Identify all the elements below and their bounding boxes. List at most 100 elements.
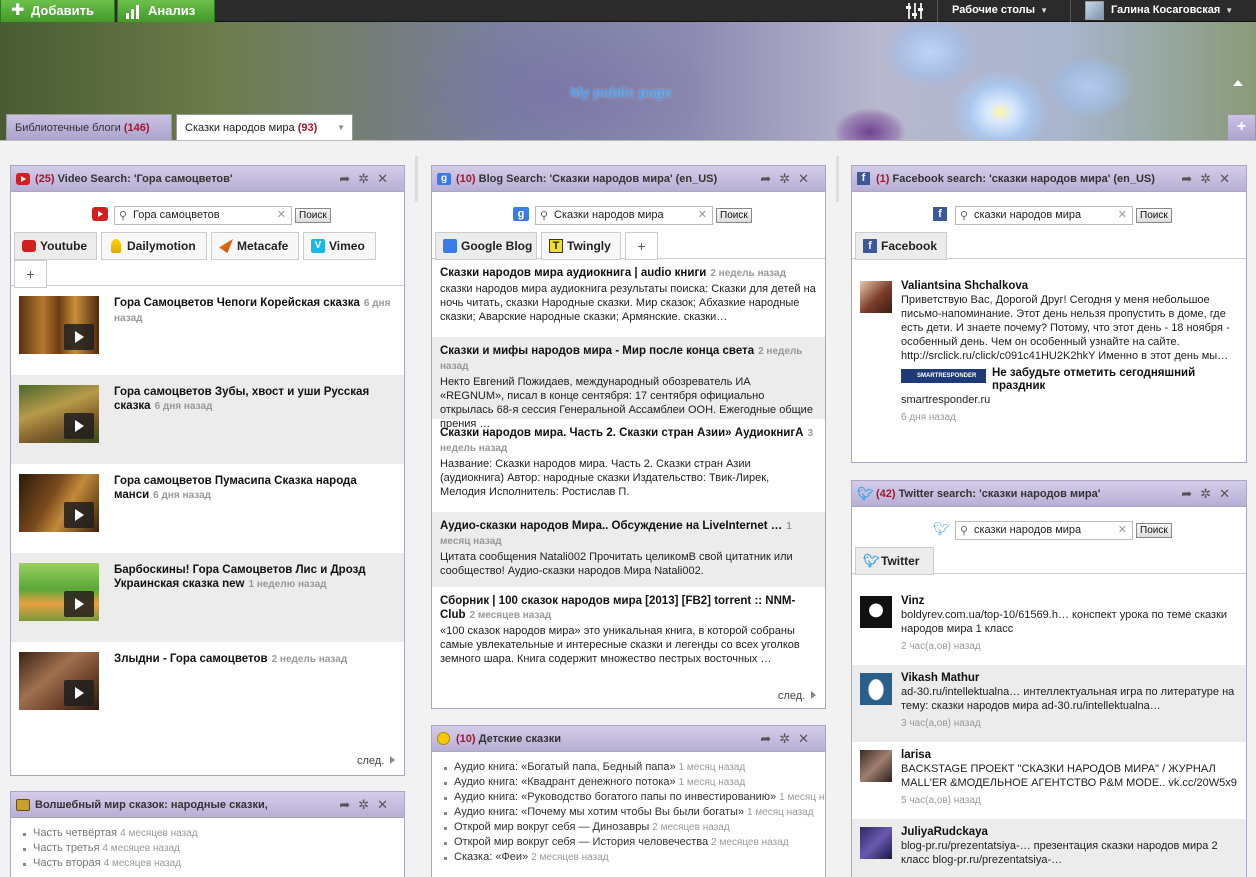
avatar[interactable] bbox=[860, 750, 892, 782]
video-thumbnail[interactable] bbox=[19, 385, 99, 443]
tab-twitter[interactable]: 🐦︎ Twitter bbox=[855, 547, 934, 575]
list-item[interactable]: Сказки и мифы народов мира - Мир после к… bbox=[432, 337, 825, 430]
search-button[interactable]: Поиск bbox=[295, 208, 331, 223]
list-item[interactable]: Открой мир вокруг себя — История человеч… bbox=[444, 835, 825, 850]
item-link[interactable]: Открой мир вокруг себя — Динозавры bbox=[454, 821, 649, 833]
play-icon[interactable] bbox=[64, 591, 94, 617]
list-item[interactable]: Открой мир вокруг себя — Динозавры 2 меся… bbox=[444, 820, 825, 835]
tweet-item[interactable]: Vikash Mathur ad-30.ru/intellektualna… и… bbox=[852, 665, 1246, 742]
search-button[interactable]: Поиск bbox=[1136, 523, 1172, 538]
avatar[interactable] bbox=[860, 673, 892, 705]
item-link[interactable]: Часть третья bbox=[33, 842, 99, 854]
item-link[interactable]: Аудио книга: «Квадрант денежного потока» bbox=[454, 776, 676, 788]
item-link[interactable]: Аудио книга: «Богатый папа, Бедный папа» bbox=[454, 761, 676, 773]
list-item[interactable]: Аудио-сказки народов Мира.. Обсуждение н… bbox=[432, 512, 825, 587]
video-title[interactable]: Гора Самоцветов Чепоги Корейская сказка bbox=[114, 297, 360, 309]
post-title[interactable]: Сказки народов мира аудиокнига | audio к… bbox=[440, 267, 706, 279]
link-title[interactable]: Не забудьте отметить сегодняшний праздни… bbox=[992, 367, 1232, 393]
gear-icon[interactable]: ✲ bbox=[779, 731, 798, 746]
widget-header[interactable]: g (10) Blog Search: 'Сказки народов мира… bbox=[432, 166, 825, 192]
post-title[interactable]: Сказки и мифы народов мира - Мир после к… bbox=[440, 345, 754, 357]
tab-library-blogs[interactable]: Библиотечные блоги (146) bbox=[6, 114, 172, 141]
clear-icon[interactable]: ✕ bbox=[1118, 522, 1127, 539]
item-link[interactable]: Аудио книга: «Почему мы хотим чтобы Вы б… bbox=[454, 806, 744, 818]
item-link[interactable]: Аудио книга: «Руководство богатого папы … bbox=[454, 791, 776, 803]
add-tab-button[interactable]: + bbox=[1227, 114, 1256, 141]
tweet-author[interactable]: larisa bbox=[901, 748, 1245, 762]
search-input[interactable]: ⚲ Гора самоцветов ✕ bbox=[114, 206, 292, 225]
widget-header[interactable]: 🐦︎ (42) Twitter search: 'сказки народов … bbox=[852, 481, 1246, 507]
clear-icon[interactable]: ✕ bbox=[698, 207, 707, 224]
gear-icon[interactable]: ✲ bbox=[358, 171, 377, 186]
close-icon[interactable]: ✕ bbox=[1219, 486, 1238, 501]
list-item[interactable]: Барбоскины! Гора Самоцветов Лис и Дрозд … bbox=[11, 553, 404, 642]
settings-sliders-icon[interactable] bbox=[905, 2, 925, 20]
list-item[interactable]: Сказка: «Феи» 2 месяцев назад bbox=[444, 850, 825, 865]
list-item[interactable]: Аудио книга: «Квадрант денежного потока»… bbox=[444, 775, 825, 790]
tweet-author[interactable]: Vikash Mathur bbox=[901, 671, 1245, 685]
tab-twingly[interactable]: T Twingly bbox=[541, 232, 621, 260]
share-icon[interactable]: ➦ bbox=[339, 171, 358, 186]
list-item[interactable]: Аудио книга: «Богатый папа, Бедный папа»… bbox=[444, 760, 825, 775]
item-link[interactable]: Часть вторая bbox=[33, 857, 101, 869]
close-icon[interactable]: ✕ bbox=[1219, 171, 1238, 186]
search-input[interactable]: ⚲ сказки народов мира ✕ bbox=[955, 206, 1133, 225]
share-icon[interactable]: ➦ bbox=[760, 171, 779, 186]
add-source-button[interactable]: + bbox=[14, 260, 47, 288]
video-title[interactable]: Гора самоцветов Пумасипа Сказка народа м… bbox=[114, 475, 357, 501]
video-thumbnail[interactable] bbox=[19, 652, 99, 710]
tab-world-tales[interactable]: Сказки народов мира (93) ▼ bbox=[176, 114, 353, 141]
play-icon[interactable] bbox=[64, 324, 94, 350]
tab-vimeo[interactable]: V Vimeo bbox=[303, 232, 376, 260]
list-item[interactable]: Аудио книга: «Почему мы хотим чтобы Вы б… bbox=[444, 805, 825, 820]
gear-icon[interactable]: ✲ bbox=[358, 797, 377, 812]
tweet-author[interactable]: JuliyaRudckaya bbox=[901, 825, 1245, 839]
video-title[interactable]: Злыдни - Гора самоцветов bbox=[114, 653, 268, 665]
play-icon[interactable] bbox=[64, 413, 94, 439]
gear-icon[interactable]: ✲ bbox=[779, 171, 798, 186]
column-separator[interactable] bbox=[836, 156, 839, 202]
search-input[interactable]: ⚲ сказки народов мира ✕ bbox=[955, 521, 1133, 540]
next-link[interactable]: след. bbox=[778, 690, 816, 702]
share-icon[interactable]: ➦ bbox=[339, 797, 358, 812]
tweet-item[interactable]: larisa BACKSTAGE ПРОЕКТ "СКАЗКИ НАРОДОВ … bbox=[852, 742, 1246, 819]
share-icon[interactable]: ➦ bbox=[1181, 171, 1200, 186]
list-item[interactable]: Гора самоцветов Пумасипа Сказка народа м… bbox=[11, 464, 404, 553]
link-domain[interactable]: smartresponder.ru bbox=[901, 393, 1245, 407]
video-title[interactable]: Гора самоцветов Зубы, хвост и уши Русска… bbox=[114, 386, 369, 412]
tab-metacafe[interactable]: Metacafe bbox=[211, 232, 299, 260]
play-icon[interactable] bbox=[64, 680, 94, 706]
list-item[interactable]: Сборник | 100 сказок народов мира [2013]… bbox=[432, 587, 825, 673]
tweet-item[interactable]: JuliyaRudckaya blog-pr.ru/prezentatsiya-… bbox=[852, 819, 1246, 877]
share-icon[interactable]: ➦ bbox=[1181, 486, 1200, 501]
gear-icon[interactable]: ✲ bbox=[1200, 171, 1219, 186]
widget-header[interactable]: Волшебный мир сказок: народные сказки, ➦… bbox=[11, 792, 404, 818]
list-item[interactable]: Сказки народов мира аудиокнига | audio к… bbox=[432, 259, 825, 337]
next-link[interactable]: след. bbox=[357, 755, 395, 767]
widget-header[interactable]: f (1) Facebook search: 'сказки народов м… bbox=[852, 166, 1246, 192]
widget-header[interactable]: (10) Детские сказки ➦✲✕ bbox=[432, 726, 825, 752]
post-author[interactable]: Valiantsina Shchalkova bbox=[901, 279, 1245, 293]
video-thumbnail[interactable] bbox=[19, 296, 99, 354]
item-link[interactable]: Открой мир вокруг себя — История человеч… bbox=[454, 836, 708, 848]
item-link[interactable]: Часть четвёртая bbox=[33, 827, 117, 839]
list-item[interactable]: Гора самоцветов Зубы, хвост и уши Русска… bbox=[11, 375, 404, 464]
tab-dailymotion[interactable]: Dailymotion bbox=[101, 232, 207, 260]
item-link[interactable]: Сказка: «Феи» bbox=[454, 851, 528, 863]
tweet-item[interactable]: Vinz boldyrev.com.ua/top-10/61569.h… кон… bbox=[852, 588, 1246, 665]
search-button[interactable]: Поиск bbox=[716, 208, 752, 223]
collapse-banner-icon[interactable] bbox=[1233, 80, 1243, 86]
gear-icon[interactable]: ✲ bbox=[1200, 486, 1219, 501]
list-item[interactable]: Злыдни - Гора самоцветов 2 недель назад bbox=[11, 642, 404, 731]
tab-youtube[interactable]: Youtube bbox=[14, 232, 97, 260]
avatar[interactable] bbox=[860, 596, 892, 628]
list-item[interactable]: Гора Самоцветов Чепоги Корейская сказка 6… bbox=[11, 286, 404, 375]
tweet-author[interactable]: Vinz bbox=[901, 594, 1245, 608]
add-source-button[interactable]: + bbox=[625, 232, 658, 260]
tab-facebook[interactable]: f Facebook bbox=[855, 232, 947, 260]
link-preview[interactable]: SMARTRESPONDER Не забудьте отметить сего… bbox=[901, 367, 1245, 395]
avatar[interactable] bbox=[860, 827, 892, 859]
list-item[interactable]: Часть четвёртая 4 месяцев назад bbox=[23, 826, 404, 841]
clear-icon[interactable]: ✕ bbox=[1118, 207, 1127, 224]
close-icon[interactable]: ✕ bbox=[377, 797, 396, 812]
